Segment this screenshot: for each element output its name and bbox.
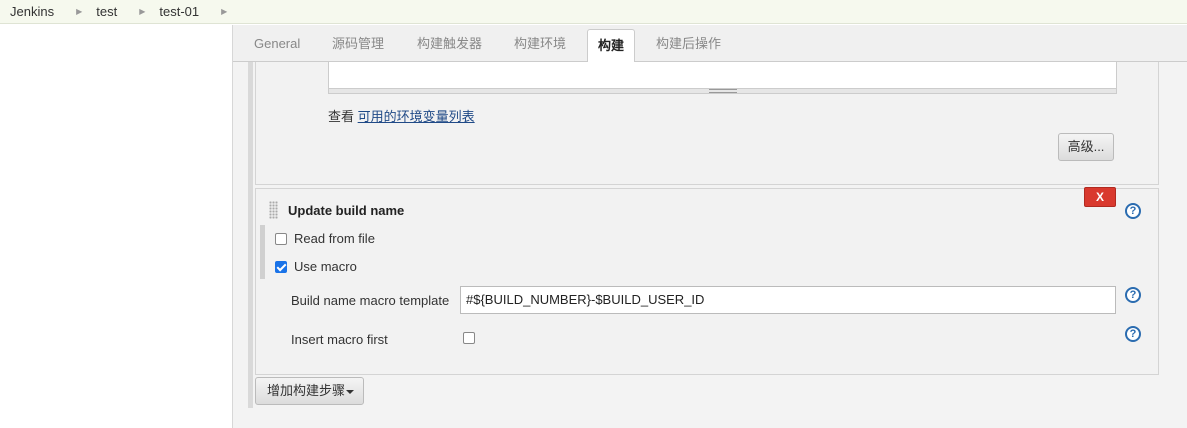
env-vars-line: 查看 可用的环境变量列表	[328, 106, 475, 125]
chevron-right-icon[interactable]: ▶	[117, 7, 159, 16]
breadcrumb: Jenkins ▶ test ▶ test-01 ▶	[0, 0, 1187, 24]
use-macro-checkbox[interactable]	[275, 260, 287, 273]
breadcrumb-item-test-01[interactable]: test-01 ▶	[159, 4, 241, 19]
help-icon[interactable]: ?	[1125, 287, 1141, 303]
macro-template-label: Build name macro template	[291, 293, 450, 308]
read-from-file-checkbox[interactable]	[275, 232, 287, 245]
tab-source-management[interactable]: 源码管理	[332, 25, 384, 62]
breadcrumb-item-test[interactable]: test ▶	[96, 4, 159, 19]
caret-down-icon[interactable]	[346, 390, 354, 394]
sidebar	[0, 25, 232, 428]
options-rail	[260, 225, 265, 279]
build-step-shell: 查看 可用的环境变量列表 高级...	[255, 62, 1159, 185]
build-step-update-build-name: Update build name X ? Read from file Use…	[255, 187, 1159, 375]
delete-step-button[interactable]: X	[1084, 187, 1116, 207]
add-build-step-label[interactable]: 增加构建步骤	[267, 383, 345, 398]
breadcrumb-label[interactable]: test-01	[159, 4, 199, 19]
insert-macro-first-checkbox[interactable]	[463, 332, 475, 344]
macro-template-input[interactable]: #${BUILD_NUMBER}-$BUILD_USER_ID	[460, 286, 1116, 314]
use-macro-option[interactable]: Use macro	[275, 259, 357, 274]
tab-build-environment[interactable]: 构建环境	[514, 25, 566, 62]
command-textarea[interactable]	[328, 62, 1117, 94]
advanced-button[interactable]: 高级...	[1058, 133, 1114, 161]
read-from-file-label[interactable]: Read from file	[294, 231, 375, 246]
insert-macro-first-label: Insert macro first	[291, 332, 388, 347]
tab-general[interactable]: General	[254, 25, 300, 62]
tab-bar: General 源码管理 构建触发器 构建环境 构建 构建后操作	[233, 25, 1187, 63]
step-title: Update build name	[288, 203, 405, 218]
use-macro-label[interactable]: Use macro	[294, 259, 357, 274]
resize-grip-icon[interactable]	[709, 89, 737, 93]
view-prefix-text: 查看	[328, 109, 355, 124]
breadcrumb-item-jenkins[interactable]: Jenkins ▶	[0, 4, 96, 19]
chevron-right-icon[interactable]: ▶	[54, 7, 96, 16]
chevron-right-icon[interactable]: ▶	[199, 7, 241, 16]
breadcrumb-label[interactable]: Jenkins	[0, 4, 54, 19]
config-panel: General 源码管理 构建触发器 构建环境 构建 构建后操作 查看 可用的环…	[232, 25, 1187, 428]
drag-handle-icon[interactable]	[269, 201, 278, 219]
breadcrumb-label[interactable]: test	[96, 4, 117, 19]
tab-build[interactable]: 构建	[587, 29, 636, 63]
tab-post-build-actions[interactable]: 构建后操作	[656, 25, 721, 62]
add-build-step-button[interactable]: 增加构建步骤	[255, 377, 364, 405]
tab-build-triggers[interactable]: 构建触发器	[417, 25, 482, 62]
help-icon[interactable]: ?	[1125, 203, 1141, 219]
read-from-file-option[interactable]: Read from file	[275, 231, 375, 246]
help-icon[interactable]: ?	[1125, 326, 1141, 342]
textarea-resize-handle[interactable]	[329, 88, 1116, 93]
env-vars-link[interactable]: 可用的环境变量列表	[358, 109, 475, 124]
build-steps-rail	[248, 62, 253, 408]
